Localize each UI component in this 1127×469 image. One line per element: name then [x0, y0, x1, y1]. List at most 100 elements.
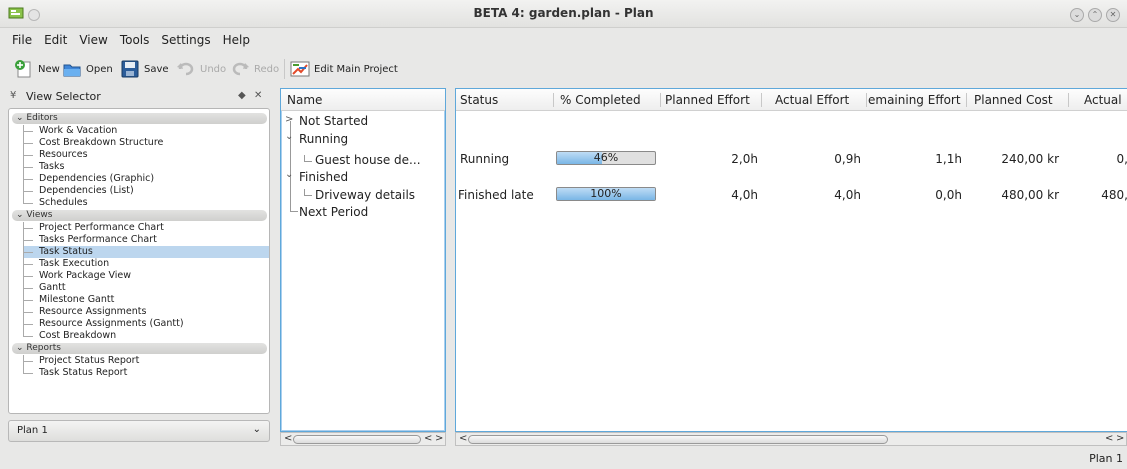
cell-actual-effort: 0,9h [834, 152, 861, 166]
column-separator[interactable] [1068, 93, 1069, 107]
column-header-actual-effort[interactable]: Actual Effort [775, 93, 865, 107]
view-item-task-status[interactable]: Task Status [23, 246, 269, 258]
section-views-label: Views [26, 210, 53, 220]
table-horizontal-scrollbar[interactable]: < < > [455, 432, 1127, 446]
menu-edit[interactable]: Edit [38, 31, 73, 53]
section-reports[interactable]: ⌄ Reports [12, 343, 267, 354]
window-title: BETA 4: garden.plan - Plan [473, 6, 654, 20]
view-item-schedules[interactable]: Schedules [23, 197, 269, 209]
tree-row-driveway-details[interactable]: Driveway details [315, 187, 415, 203]
menu-settings[interactable]: Settings [155, 31, 216, 53]
column-header-planned-effort[interactable]: Planned Effort [665, 93, 759, 107]
column-header-actual[interactable]: Actual [1084, 93, 1127, 107]
menu-tools[interactable]: Tools [114, 31, 156, 53]
save-button[interactable]: Save [120, 58, 169, 80]
tree-row-next-period[interactable]: Next Period [299, 204, 368, 220]
tree-row-running[interactable]: Running [299, 131, 348, 147]
view-item-project-status-report[interactable]: Project Status Report [23, 355, 269, 367]
tree-row-not-started[interactable]: Not Started [299, 113, 368, 129]
close-button[interactable]: ✕ [1106, 8, 1120, 22]
scroll-left-icon[interactable]: < [459, 433, 467, 445]
view-item-tasks-performance-chart[interactable]: Tasks Performance Chart [23, 234, 269, 246]
menu-bar: File Edit View Tools Settings Help [0, 31, 1127, 53]
view-item-task-status-report[interactable]: Task Status Report [23, 367, 269, 379]
cell-status: Running [460, 152, 510, 166]
scroll-left-icon[interactable]: < [424, 433, 432, 445]
view-item-dependencies-list[interactable]: Dependencies (List) [23, 185, 269, 197]
collapse-icon[interactable]: ¥ [10, 90, 16, 101]
tree-line [304, 195, 312, 196]
view-item-cost-breakdown[interactable]: Cost Breakdown [23, 330, 269, 342]
column-separator[interactable] [553, 93, 554, 107]
save-icon [120, 60, 140, 78]
view-item-milestone-gantt[interactable]: Milestone Gantt [23, 294, 269, 306]
chevron-down-icon: ⌄ [252, 424, 261, 435]
section-views[interactable]: ⌄ Views [12, 210, 267, 221]
menu-view[interactable]: View [73, 31, 113, 53]
view-item-project-performance-chart[interactable]: Project Performance Chart [23, 222, 269, 234]
scrollbar-thumb[interactable] [468, 435, 888, 444]
column-header-status[interactable]: Status [460, 93, 546, 107]
open-button[interactable]: Open [62, 58, 113, 80]
tree-row-guest-house[interactable]: Guest house de... [315, 152, 421, 168]
undo-icon [176, 60, 196, 78]
progress-bar: 100% [556, 187, 656, 201]
column-separator[interactable] [966, 93, 967, 107]
undo-label: Undo [200, 63, 227, 75]
new-button[interactable]: New [14, 58, 60, 80]
minimize-button[interactable]: ⌄ [1070, 8, 1084, 22]
cell-status: Finished late [458, 188, 534, 202]
cell-planned-cost: 480,00 kr [1001, 188, 1059, 202]
view-item-resource-assignments[interactable]: Resource Assignments [23, 306, 269, 318]
status-text: Plan 1 [1089, 452, 1123, 465]
redo-button[interactable]: Redo [230, 58, 279, 80]
collapse-arrow-icon[interactable]: ⌄ [285, 131, 293, 142]
column-separator[interactable] [761, 93, 762, 107]
maximize-button[interactable]: ⌃ [1088, 8, 1102, 22]
scroll-left-icon[interactable]: < [284, 433, 292, 445]
column-header-completed[interactable]: % Completed [560, 93, 660, 107]
column-header-planned-cost[interactable]: Planned Cost [974, 93, 1066, 107]
view-item-resource-assignments-gantt[interactable]: Resource Assignments (Gantt) [23, 318, 269, 330]
progress-label: 100% [590, 187, 622, 200]
cell-planned-effort: 4,0h [731, 188, 758, 202]
chart-edit-icon [290, 60, 310, 78]
section-editors[interactable]: ⌄ Editors [12, 113, 267, 124]
column-separator[interactable] [866, 93, 867, 107]
expand-arrow-icon[interactable]: > [285, 114, 293, 125]
view-item-dependencies-graphic[interactable]: Dependencies (Graphic) [23, 173, 269, 185]
view-item-task-execution[interactable]: Task Execution [23, 258, 269, 270]
column-separator[interactable] [660, 93, 661, 107]
table-header: Status % Completed Planned Effort Actual… [456, 89, 1127, 111]
close-panel-icon[interactable]: ✕ [254, 90, 262, 101]
undo-button[interactable]: Undo [176, 58, 226, 80]
view-item-resources[interactable]: Resources [23, 149, 269, 161]
view-item-cost-breakdown-structure[interactable]: Cost Breakdown Structure [23, 137, 269, 149]
column-header-remaining-effort[interactable]: emaining Effort [868, 93, 966, 107]
edit-main-project-button[interactable]: Edit Main Project [290, 58, 398, 80]
name-horizontal-scrollbar[interactable]: < < > [280, 432, 446, 446]
name-column-header[interactable]: Name [281, 89, 445, 111]
view-item-work-package-view[interactable]: Work Package View [23, 270, 269, 282]
cell-remaining-effort: 1,1h [935, 152, 962, 166]
panel-splitter[interactable] [448, 88, 454, 432]
collapse-arrow-icon[interactable]: ⌄ [285, 169, 293, 180]
scroll-right-icon[interactable]: > [435, 433, 443, 445]
tree-row-finished[interactable]: Finished [299, 169, 348, 185]
section-reports-label: Reports [26, 343, 61, 353]
cell-planned-effort: 2,0h [731, 152, 758, 166]
float-panel-icon[interactable]: ◆ [238, 90, 246, 101]
scroll-left-icon[interactable]: < [1105, 433, 1113, 445]
menu-file[interactable]: File [6, 31, 38, 53]
menu-help[interactable]: Help [217, 31, 256, 53]
scrollbar-thumb[interactable] [293, 435, 421, 444]
status-bar: Plan 1 [0, 448, 1127, 469]
view-item-work-vacation[interactable]: Work & Vacation [23, 125, 269, 137]
scroll-right-icon[interactable]: > [1116, 433, 1124, 445]
folder-open-icon [62, 60, 82, 78]
plan-select[interactable]: Plan 1 ⌄ [8, 420, 270, 442]
plan-select-value: Plan 1 [17, 425, 48, 436]
view-item-gantt[interactable]: Gantt [23, 282, 269, 294]
view-item-tasks[interactable]: Tasks [23, 161, 269, 173]
new-document-icon [14, 60, 34, 78]
